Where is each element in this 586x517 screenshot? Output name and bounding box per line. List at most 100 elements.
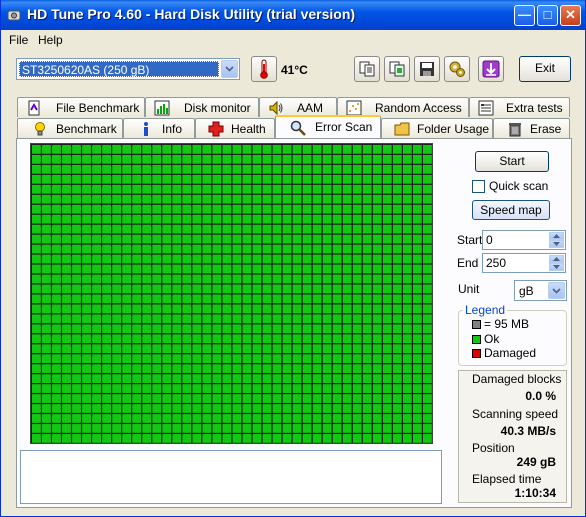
scan-block xyxy=(122,394,132,403)
tab-info[interactable]: Info xyxy=(123,118,195,138)
scan-block xyxy=(342,434,352,443)
scan-block xyxy=(222,294,232,304)
scan-block xyxy=(152,184,162,194)
scan-block xyxy=(302,354,312,364)
drive-dropdown-button[interactable] xyxy=(221,60,238,78)
scan-block xyxy=(412,145,422,154)
unit-dropdown-button[interactable] xyxy=(548,282,565,299)
scan-block xyxy=(122,234,132,244)
tab-random-access[interactable]: Random Access xyxy=(337,97,469,117)
scan-block xyxy=(62,174,71,184)
copy-screenshot-button[interactable] xyxy=(384,56,410,82)
scan-block xyxy=(362,264,372,274)
scan-block xyxy=(62,154,71,164)
scan-block xyxy=(192,374,202,383)
tab-aam[interactable]: AAM xyxy=(259,97,337,117)
scan-block xyxy=(392,294,402,304)
scan-block xyxy=(212,344,222,354)
scan-block xyxy=(382,294,392,304)
scan-block xyxy=(172,404,182,413)
exit-button[interactable]: Exit xyxy=(519,56,571,82)
scan-block xyxy=(252,374,262,383)
scan-block xyxy=(382,334,392,344)
download-button[interactable] xyxy=(478,56,504,82)
close-button[interactable]: ✕ xyxy=(560,5,581,26)
scan-block xyxy=(202,274,212,284)
scan-block xyxy=(352,394,362,403)
tab-benchmark[interactable]: Benchmark xyxy=(17,118,123,138)
tab-erase[interactable]: Erase xyxy=(493,118,570,138)
scan-block xyxy=(272,214,282,224)
scan-block xyxy=(142,424,152,433)
tab-error-scan[interactable]: Error Scan xyxy=(275,115,381,138)
scan-block xyxy=(72,194,81,204)
scan-block xyxy=(102,384,111,393)
scan-block xyxy=(252,394,262,403)
scan-block xyxy=(392,274,402,284)
scan-block xyxy=(162,164,172,174)
scan-block xyxy=(422,164,432,174)
scan-block xyxy=(52,145,61,154)
menu-file[interactable]: File xyxy=(9,33,28,47)
scan-block xyxy=(132,274,142,284)
scan-block xyxy=(242,394,252,403)
end-field[interactable]: 250 xyxy=(482,253,566,273)
scan-block xyxy=(422,294,432,304)
maximize-button[interactable]: □ xyxy=(537,5,558,26)
minimize-button[interactable]: — xyxy=(514,5,535,26)
copy-text-button[interactable] xyxy=(354,56,380,82)
scan-block xyxy=(102,204,111,214)
scan-block xyxy=(52,364,61,374)
scan-block xyxy=(192,274,202,284)
scan-block xyxy=(52,204,61,214)
options-button[interactable] xyxy=(444,56,470,82)
speed-map-button[interactable]: Speed map xyxy=(472,200,550,220)
start-field-up[interactable] xyxy=(549,232,564,240)
scan-block xyxy=(262,364,272,374)
scan-block xyxy=(102,174,111,184)
scan-block xyxy=(402,145,412,154)
scan-block xyxy=(272,234,282,244)
start-field-down[interactable] xyxy=(549,240,564,248)
scan-block xyxy=(42,354,51,364)
unit-select[interactable]: gB xyxy=(514,280,567,301)
scan-block xyxy=(82,244,91,254)
tab-extra-tests[interactable]: Extra tests xyxy=(469,97,570,117)
tab-folder-usage[interactable]: Folder Usage xyxy=(381,118,493,138)
tab-disk-monitor-label: Disk monitor xyxy=(184,101,251,115)
tab-health[interactable]: Health xyxy=(195,118,275,138)
scan-block xyxy=(82,204,91,214)
end-field-up[interactable] xyxy=(549,255,564,263)
menu-help[interactable]: Help xyxy=(38,33,63,47)
scan-block xyxy=(372,354,382,364)
scan-block xyxy=(182,174,192,184)
quick-scan-checkbox[interactable] xyxy=(472,180,485,193)
scan-block xyxy=(252,414,262,423)
scan-block xyxy=(402,264,412,274)
end-field-label: End xyxy=(457,256,479,270)
scan-block xyxy=(62,374,71,383)
scan-block xyxy=(72,414,81,423)
scan-block xyxy=(272,254,282,264)
scan-block xyxy=(392,174,402,184)
scan-block xyxy=(392,284,402,294)
save-button[interactable] xyxy=(414,56,440,82)
start-scan-button[interactable]: Start xyxy=(475,151,549,172)
scan-block xyxy=(272,294,282,304)
tab-disk-monitor[interactable]: Disk monitor xyxy=(145,97,259,117)
scan-block xyxy=(52,404,61,413)
scan-block xyxy=(302,364,312,374)
start-field[interactable]: 0 xyxy=(482,230,566,250)
scan-block xyxy=(352,224,362,234)
scan-block xyxy=(62,404,71,413)
end-field-down[interactable] xyxy=(549,263,564,271)
title-bar[interactable]: HD Tune Pro 4.60 - Hard Disk Utility (tr… xyxy=(1,0,585,30)
temperature-button[interactable] xyxy=(251,56,277,82)
scan-block xyxy=(202,324,212,334)
scan-block xyxy=(212,224,222,234)
scan-block xyxy=(342,354,352,364)
scan-block xyxy=(82,424,91,433)
scan-block xyxy=(402,424,412,433)
drive-select[interactable]: ST3250620AS (250 gB) xyxy=(16,58,240,80)
tab-file-benchmark[interactable]: File Benchmark xyxy=(17,97,145,117)
